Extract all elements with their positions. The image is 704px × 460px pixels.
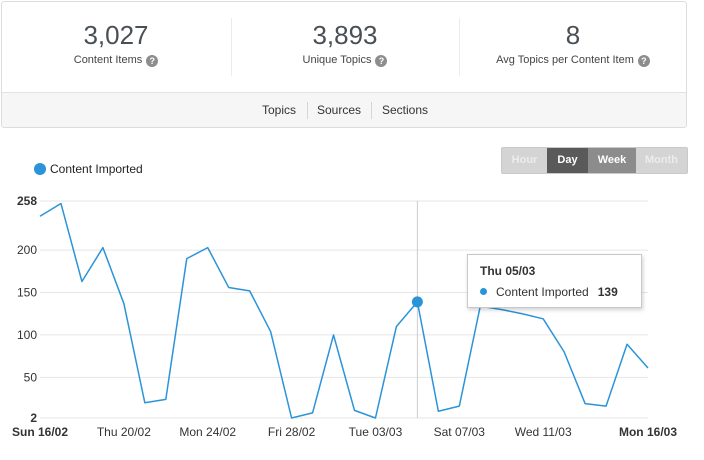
x-tick-label: Sat 07/03 bbox=[434, 425, 486, 439]
tooltip-value: 139 bbox=[597, 285, 618, 299]
tooltip-title: Thu 05/03 bbox=[480, 264, 536, 278]
y-tick-label: 2 bbox=[30, 411, 37, 425]
series-line-content-imported[interactable] bbox=[39, 202, 649, 419]
line-chart[interactable]: 2 50 100 150 200 258 Sun 16/02 Thu 20/02 Mon 24… bbox=[0, 0, 704, 460]
tooltip-dot-icon bbox=[480, 288, 487, 295]
chart-tooltip: Thu 05/03 Content Imported 139 bbox=[467, 254, 642, 308]
y-tick-label: 258 bbox=[17, 194, 37, 208]
x-axis: Sun 16/02 Thu 20/02 Mon 24/02 Fri 28/02 Tue … bbox=[12, 425, 677, 439]
x-tick-label: Fri 28/02 bbox=[268, 425, 316, 439]
highlighted-data-point[interactable] bbox=[411, 296, 423, 308]
tooltip-series-name: Content Imported bbox=[496, 285, 589, 299]
y-axis: 2 50 100 150 200 258 bbox=[17, 194, 37, 425]
y-tick-label: 100 bbox=[17, 328, 37, 342]
grid-lines bbox=[40, 200, 648, 419]
x-tick-label: Mon 16/03 bbox=[619, 425, 677, 439]
y-tick-label: 150 bbox=[17, 286, 37, 300]
x-tick-label: Thu 20/02 bbox=[97, 425, 151, 439]
tooltip-row: Content Imported 139 bbox=[480, 285, 618, 299]
x-tick-label: Mon 24/02 bbox=[179, 425, 236, 439]
x-tick-label: Sun 16/02 bbox=[12, 425, 68, 439]
series-points bbox=[411, 296, 423, 308]
x-tick-label: Tue 03/03 bbox=[349, 425, 403, 439]
y-tick-label: 50 bbox=[24, 370, 38, 384]
y-tick-label: 200 bbox=[17, 243, 37, 257]
x-tick-label: Wed 11/03 bbox=[515, 425, 572, 439]
